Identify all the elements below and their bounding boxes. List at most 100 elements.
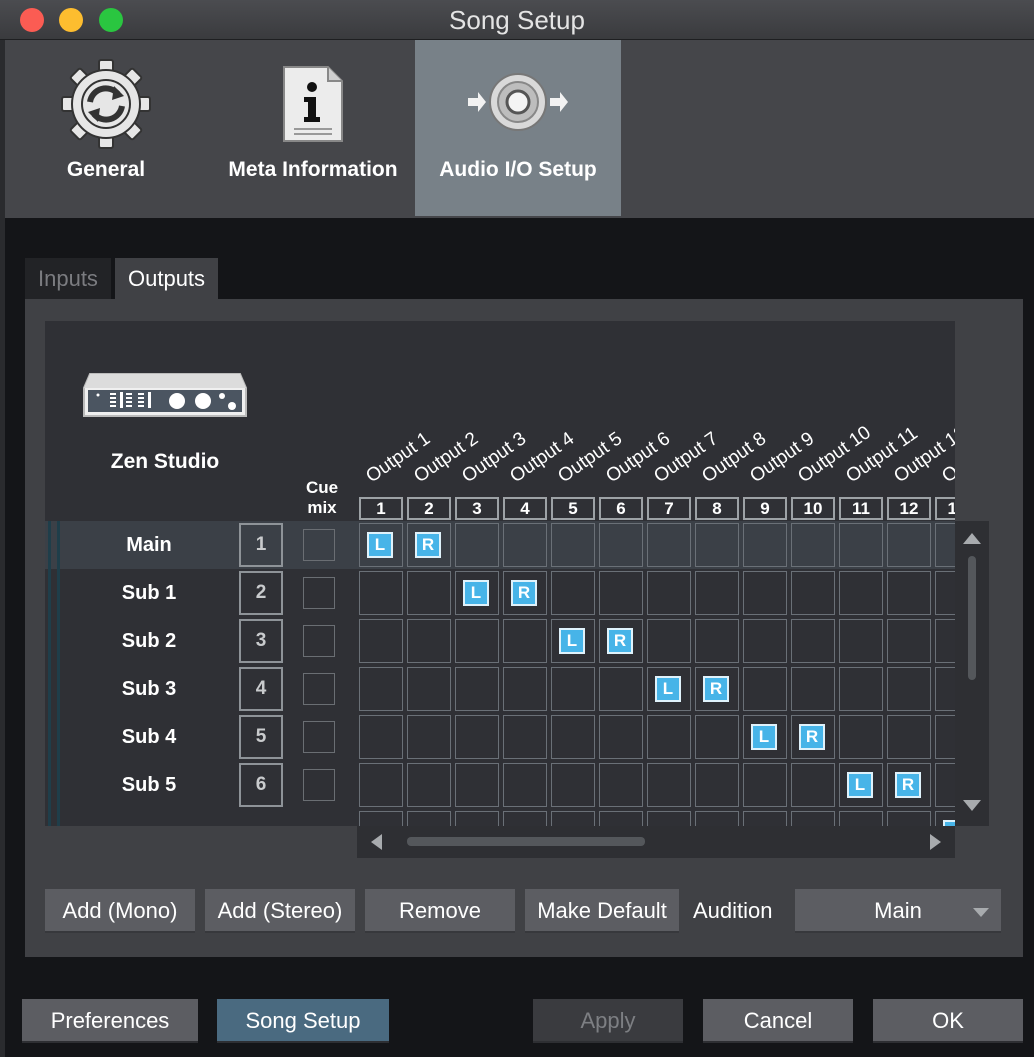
routing-cell[interactable] (791, 667, 835, 711)
routing-cell[interactable] (839, 523, 883, 567)
scroll-right-arrow-icon[interactable] (930, 834, 941, 850)
routing-cell[interactable] (743, 667, 787, 711)
left-channel-chip[interactable]: L (559, 628, 585, 654)
routing-cell[interactable] (695, 715, 739, 759)
routing-cell[interactable] (743, 571, 787, 615)
routing-cell[interactable] (887, 811, 931, 826)
routing-cell[interactable] (455, 523, 499, 567)
routing-cell[interactable] (695, 763, 739, 807)
routing-cell[interactable] (359, 571, 403, 615)
routing-cell[interactable] (503, 619, 547, 663)
cancel-button[interactable]: Cancel (703, 999, 853, 1043)
routing-cell[interactable] (935, 715, 955, 759)
right-channel-chip[interactable]: R (895, 772, 921, 798)
routing-cell[interactable] (839, 667, 883, 711)
song-setup-button[interactable]: Song Setup (217, 999, 389, 1043)
scroll-up-arrow-icon[interactable] (963, 533, 981, 544)
routing-cell[interactable] (935, 763, 955, 807)
routing-cell[interactable] (551, 523, 595, 567)
routing-cell[interactable] (743, 763, 787, 807)
routing-cell[interactable] (407, 763, 451, 807)
scroll-down-arrow-icon[interactable] (963, 800, 981, 811)
right-channel-chip[interactable]: R (415, 532, 441, 558)
routing-cell[interactable] (887, 715, 931, 759)
add-stereo-button[interactable]: Add (Stereo) (205, 889, 355, 933)
routing-cell[interactable] (695, 523, 739, 567)
cue-mix-checkbox[interactable] (303, 721, 335, 753)
routing-cell[interactable] (839, 811, 883, 826)
routing-cell[interactable] (839, 571, 883, 615)
routing-cell[interactable] (791, 619, 835, 663)
routing-cell[interactable] (599, 667, 643, 711)
cue-mix-checkbox[interactable] (303, 625, 335, 657)
routing-cell[interactable] (647, 715, 691, 759)
routing-cell[interactable] (743, 619, 787, 663)
scroll-left-arrow-icon[interactable] (371, 834, 382, 850)
routing-cell[interactable] (599, 715, 643, 759)
right-channel-chip[interactable]: R (703, 676, 729, 702)
output-row-name[interactable]: Sub 3 (95, 676, 203, 702)
routing-cell[interactable] (407, 811, 451, 826)
routing-cell[interactable] (503, 763, 547, 807)
routing-cell[interactable] (791, 571, 835, 615)
tab-audio-io-setup[interactable]: Audio I/O Setup (415, 40, 621, 216)
routing-cell[interactable] (503, 811, 547, 826)
preferences-button[interactable]: Preferences (22, 999, 198, 1043)
routing-cell[interactable] (599, 523, 643, 567)
routing-cell[interactable] (551, 571, 595, 615)
routing-cell[interactable] (455, 763, 499, 807)
routing-cell[interactable] (455, 811, 499, 826)
routing-cell[interactable] (887, 619, 931, 663)
routing-cell[interactable] (455, 667, 499, 711)
right-channel-chip[interactable]: R (799, 724, 825, 750)
left-channel-chip[interactable]: L (367, 532, 393, 558)
routing-cell[interactable] (359, 619, 403, 663)
routing-cell[interactable] (599, 571, 643, 615)
routing-cell[interactable] (935, 523, 955, 567)
left-channel-chip[interactable]: L (463, 580, 489, 606)
routing-cell[interactable] (359, 811, 403, 826)
remove-button[interactable]: Remove (365, 889, 515, 933)
apply-button[interactable]: Apply (533, 999, 683, 1043)
routing-cell[interactable] (935, 571, 955, 615)
routing-cell[interactable] (647, 619, 691, 663)
routing-cell[interactable] (647, 811, 691, 826)
routing-cell[interactable] (503, 667, 547, 711)
left-channel-chip[interactable]: L (847, 772, 873, 798)
routing-cell[interactable] (503, 523, 547, 567)
routing-cell[interactable] (743, 523, 787, 567)
add-mono-button[interactable]: Add (Mono) (45, 889, 195, 933)
make-default-button[interactable]: Make Default (525, 889, 679, 933)
routing-cell[interactable] (935, 667, 955, 711)
routing-cell[interactable] (551, 715, 595, 759)
routing-cell[interactable] (455, 619, 499, 663)
routing-cell[interactable] (359, 763, 403, 807)
cue-mix-checkbox[interactable] (303, 769, 335, 801)
vertical-scroll-thumb[interactable] (968, 556, 976, 680)
routing-cell[interactable] (407, 571, 451, 615)
routing-cell[interactable] (935, 619, 955, 663)
routing-cell[interactable] (599, 763, 643, 807)
routing-cell[interactable] (839, 619, 883, 663)
routing-cell[interactable] (695, 619, 739, 663)
routing-cell[interactable] (359, 715, 403, 759)
routing-cell[interactable] (647, 523, 691, 567)
horizontal-scroll-thumb[interactable] (407, 837, 645, 846)
routing-cell[interactable] (455, 715, 499, 759)
output-row-name[interactable]: Sub 5 (95, 772, 203, 798)
right-channel-chip[interactable]: R (607, 628, 633, 654)
routing-cell[interactable] (647, 571, 691, 615)
cue-mix-checkbox[interactable] (303, 673, 335, 705)
routing-cell[interactable] (551, 811, 595, 826)
output-row-name[interactable]: Sub 4 (95, 724, 203, 750)
routing-cell[interactable] (791, 811, 835, 826)
routing-cell[interactable] (407, 667, 451, 711)
routing-cell[interactable] (887, 571, 931, 615)
routing-cell[interactable] (551, 667, 595, 711)
routing-cell[interactable] (407, 715, 451, 759)
routing-cell[interactable] (791, 763, 835, 807)
ok-button[interactable]: OK (873, 999, 1023, 1043)
routing-cell[interactable] (503, 715, 547, 759)
left-channel-chip[interactable]: L (655, 676, 681, 702)
routing-cell[interactable] (551, 763, 595, 807)
